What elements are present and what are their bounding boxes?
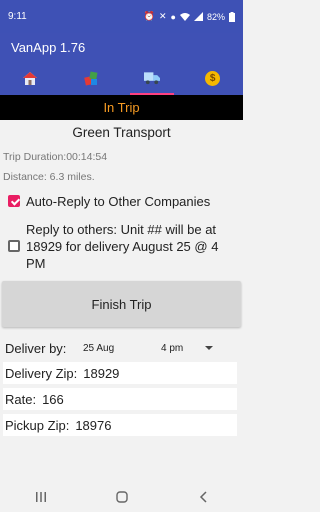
company-name: Green Transport (72, 125, 171, 140)
reply-others-row[interactable]: Reply to others: Unit ## will be at 1892… (8, 221, 238, 272)
battery-percent: 82% (206, 11, 225, 22)
deliver-date-value: 25 Aug (83, 342, 115, 354)
delivery-zip-value: 18929 (83, 365, 120, 381)
tab-money[interactable]: $ (182, 61, 243, 95)
status-icons: ⏰ ✕ ● 82% (144, 11, 235, 22)
reply-others-label: Reply to others: Unit ## will be at 1892… (26, 222, 219, 271)
chevron-down-icon (205, 346, 214, 350)
back-icon (199, 491, 207, 503)
app-bar: VanApp 1.76 (0, 33, 243, 61)
deliver-by-row: Deliver by: 25 Aug 4 pm (5, 338, 237, 358)
dollar-icon: $ (205, 70, 221, 86)
rate-value: 166 (42, 391, 64, 407)
delivery-zip-label: Delivery Zip: (5, 365, 78, 381)
deliver-date-select[interactable]: 25 Aug (83, 343, 161, 354)
pickup-zip-value: 18976 (75, 417, 112, 433)
pickup-zip-field[interactable]: Pickup Zip: 18976 (3, 414, 237, 436)
tab-bar: $ (0, 61, 243, 95)
delivery-zip-field[interactable]: Delivery Zip: 18929 (3, 362, 237, 384)
home-circle-icon (115, 491, 128, 503)
status-bar: 9:11 ⏰ ✕ ● 82% (0, 0, 243, 33)
app-title: VanApp 1.76 (11, 39, 86, 55)
deliver-time-value: 4 pm (161, 342, 184, 354)
system-nav-bar (0, 482, 243, 512)
deliver-by-label: Deliver by: (5, 340, 67, 356)
trip-status-banner: In Trip (0, 95, 243, 120)
alarm-icon: ⏰ (143, 11, 155, 21)
auto-reply-checkbox[interactable] (8, 195, 20, 207)
mute-icon: ✕ (159, 11, 167, 21)
rate-label: Rate: (5, 391, 37, 407)
trip-duration: Trip Duration:00:14:54 (3, 151, 108, 163)
location-icon: ● (170, 11, 176, 22)
battery-icon (229, 11, 235, 22)
truck-icon (143, 70, 160, 86)
signal-icon (193, 12, 203, 21)
back-button[interactable] (188, 487, 218, 507)
pickup-zip-label: Pickup Zip: (5, 417, 70, 433)
finish-trip-button[interactable]: Finish Trip (2, 281, 241, 327)
auto-reply-label: Auto-Reply to Other Companies (26, 194, 211, 209)
wifi-icon (179, 13, 190, 21)
home-icon (22, 70, 38, 86)
tab-boxes[interactable] (61, 61, 122, 95)
tab-trip[interactable] (122, 61, 183, 95)
auto-reply-row[interactable]: Auto-Reply to Other Companies (8, 193, 210, 210)
recents-button[interactable] (26, 487, 56, 507)
boxes-icon (83, 70, 99, 86)
recents-icon (35, 492, 46, 502)
rate-field[interactable]: Rate: 166 (3, 388, 237, 410)
status-time: 9:11 (8, 11, 27, 22)
deliver-time-select[interactable]: 4 pm (161, 342, 214, 354)
trip-distance: Distance: 6.3 miles. (3, 171, 95, 183)
home-button[interactable] (107, 487, 137, 507)
reply-others-checkbox[interactable] (8, 240, 20, 252)
tab-home[interactable] (0, 61, 61, 95)
